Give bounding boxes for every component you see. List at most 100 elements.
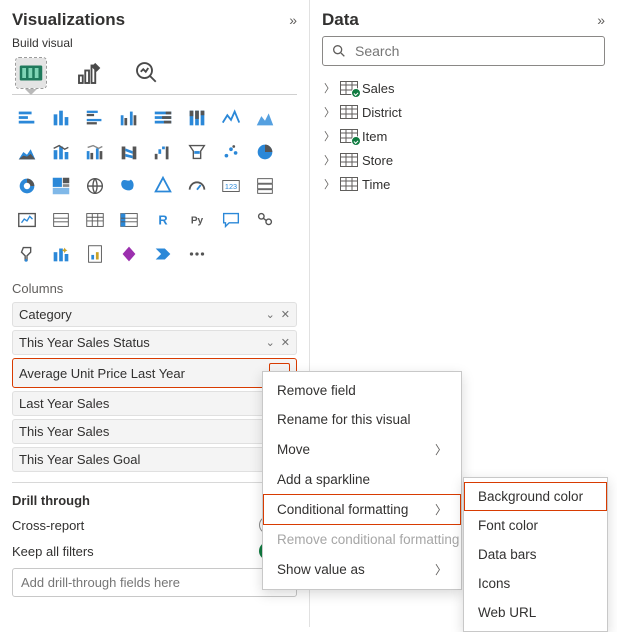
drill-through-fields-input[interactable]: Add drill-through fields here: [12, 568, 297, 597]
area-chart-icon[interactable]: [250, 103, 280, 133]
key-influencers-icon[interactable]: [250, 205, 280, 235]
menu-conditional-formatting[interactable]: Conditional formatting〉: [263, 494, 461, 525]
remove-field-icon[interactable]: ✕: [281, 336, 290, 349]
chevron-right-icon: 〉: [324, 152, 336, 168]
table-name: Item: [362, 129, 387, 144]
slicer-icon[interactable]: [46, 205, 76, 235]
table-icon: [340, 177, 358, 191]
field-well[interactable]: Category ⌄ ✕: [12, 302, 297, 327]
stacked-bar-icon[interactable]: [12, 103, 42, 133]
svg-text:Py: Py: [191, 216, 204, 227]
clustered-column-icon[interactable]: [114, 103, 144, 133]
field-well[interactable]: This Year Sales⌄: [12, 419, 297, 444]
svg-text:123: 123: [225, 182, 237, 191]
field-well[interactable]: This Year Sales Goal⌄: [12, 447, 297, 472]
search-input[interactable]: [355, 43, 596, 59]
menu-show-value-as[interactable]: Show value as〉: [263, 554, 461, 585]
azure-map-icon[interactable]: [148, 171, 178, 201]
menu-rename-visual[interactable]: Rename for this visual: [263, 405, 461, 434]
conditional-formatting-submenu: Background color Font color Data bars Ic…: [463, 477, 608, 632]
table-tree-item[interactable]: 〉Time: [322, 172, 605, 196]
line-stacked-column-icon[interactable]: [46, 137, 76, 167]
stacked-area-icon[interactable]: [12, 137, 42, 167]
columns-field-wells: Category ⌄ ✕ This Year Sales Status ⌄ ✕ Averag…: [12, 302, 297, 472]
chevron-right-icon: 〉: [324, 80, 336, 96]
field-name: Average Unit Price Last Year: [19, 366, 185, 381]
menu-move[interactable]: Move〉: [263, 434, 461, 465]
table-icon: [340, 105, 358, 119]
visualization-gallery: 123 R Py: [12, 103, 297, 269]
funnel-icon[interactable]: [182, 137, 212, 167]
collapse-data-icon[interactable]: »: [597, 12, 605, 28]
donut-icon[interactable]: [12, 171, 42, 201]
format-visual-tab[interactable]: [74, 58, 104, 88]
build-mode-tabs: [12, 56, 297, 90]
matrix-icon[interactable]: [114, 205, 144, 235]
ribbon-chart-icon[interactable]: [114, 137, 144, 167]
hundred-stacked-column-icon[interactable]: [182, 103, 212, 133]
smart-narrative-icon[interactable]: [46, 239, 76, 269]
search-box[interactable]: [322, 36, 605, 66]
clustered-bar-icon[interactable]: [80, 103, 110, 133]
paginated-report-icon[interactable]: [80, 239, 110, 269]
submenu-web-url[interactable]: Web URL: [464, 598, 607, 627]
field-well[interactable]: Last Year Sales⌄: [12, 391, 297, 416]
chevron-down-icon[interactable]: ⌄: [266, 308, 275, 321]
table-icon: [340, 81, 358, 95]
table-name: Time: [362, 177, 390, 192]
chevron-right-icon: 〉: [435, 501, 447, 518]
hundred-stacked-bar-icon[interactable]: [148, 103, 178, 133]
table-name: Sales: [362, 81, 395, 96]
menu-add-sparkline[interactable]: Add a sparkline: [263, 465, 461, 494]
multi-row-card-icon[interactable]: [250, 171, 280, 201]
field-name: This Year Sales Status: [19, 335, 150, 350]
table-tree-item[interactable]: 〉 Store: [322, 148, 605, 172]
chevron-right-icon: 〉: [324, 128, 336, 144]
table-tree-item[interactable]: 〉 Item: [322, 124, 605, 148]
keep-filters-label: Keep all filters: [12, 544, 94, 559]
line-chart-icon[interactable]: [216, 103, 246, 133]
decomposition-icon[interactable]: [12, 239, 42, 269]
chevron-down-icon[interactable]: ⌄: [266, 336, 275, 349]
drill-through-heading: Drill through: [12, 493, 297, 508]
field-name: This Year Sales: [19, 424, 109, 439]
field-well[interactable]: This Year Sales Status ⌄ ✕: [12, 330, 297, 355]
submenu-background-color[interactable]: Background color: [464, 482, 607, 511]
table-icon: [340, 129, 358, 143]
kpi-icon[interactable]: [12, 205, 42, 235]
pie-icon[interactable]: [250, 137, 280, 167]
build-visual-tab[interactable]: [16, 58, 46, 88]
field-name: Category: [19, 307, 72, 322]
table-tree-item[interactable]: 〉 Sales: [322, 76, 605, 100]
table-icon[interactable]: [80, 205, 110, 235]
field-well[interactable]: Average Unit Price Last Year⌄: [12, 358, 297, 388]
chevron-right-icon: 〉: [435, 561, 447, 578]
field-name: Last Year Sales: [19, 396, 109, 411]
card-icon[interactable]: 123: [216, 171, 246, 201]
table-name: Store: [362, 153, 393, 168]
gauge-icon[interactable]: [182, 171, 212, 201]
collapse-viz-icon[interactable]: »: [289, 12, 297, 28]
visualizations-title: Visualizations: [12, 10, 125, 30]
remove-field-icon[interactable]: ✕: [281, 308, 290, 321]
stacked-column-icon[interactable]: [46, 103, 76, 133]
py-visual-icon[interactable]: Py: [182, 205, 212, 235]
power-apps-icon[interactable]: [114, 239, 144, 269]
r-visual-icon[interactable]: R: [148, 205, 178, 235]
power-automate-icon[interactable]: [148, 239, 178, 269]
line-clustered-column-icon[interactable]: [80, 137, 110, 167]
submenu-icons[interactable]: Icons: [464, 569, 607, 598]
scatter-icon[interactable]: [216, 137, 246, 167]
submenu-data-bars[interactable]: Data bars: [464, 540, 607, 569]
chevron-right-icon: 〉: [435, 441, 447, 458]
more-visuals-icon[interactable]: [182, 239, 212, 269]
submenu-font-color[interactable]: Font color: [464, 511, 607, 540]
treemap-icon[interactable]: [46, 171, 76, 201]
table-tree-item[interactable]: 〉District: [322, 100, 605, 124]
menu-remove-field[interactable]: Remove field: [263, 376, 461, 405]
qa-visual-icon[interactable]: [216, 205, 246, 235]
waterfall-icon[interactable]: [148, 137, 178, 167]
filled-map-icon[interactable]: [114, 171, 144, 201]
analytics-tab[interactable]: [132, 58, 162, 88]
map-icon[interactable]: [80, 171, 110, 201]
